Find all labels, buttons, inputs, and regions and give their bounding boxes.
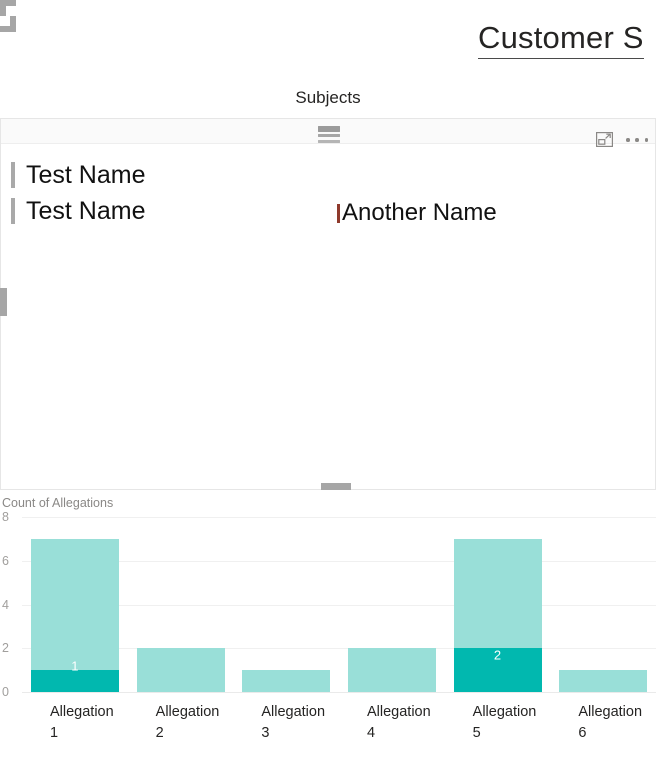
subject-marker-icon: [11, 198, 15, 224]
bar-segment-base[interactable]: [136, 648, 225, 692]
subject-label: Another Name: [342, 199, 497, 226]
more-options-dot-2: [635, 138, 639, 142]
allegations-bar-chart[interactable]: Count of Allegations 02468 12 Allegation…: [0, 496, 656, 775]
bar-column[interactable]: [347, 648, 436, 692]
bar-column[interactable]: [242, 670, 331, 692]
bar-column[interactable]: [136, 648, 225, 692]
bar-segment-base[interactable]: [347, 648, 436, 692]
resize-handle-bottom[interactable]: [321, 483, 351, 490]
bar-segment-base[interactable]: [453, 538, 542, 649]
bar-data-label: 1: [71, 658, 79, 674]
bar-column[interactable]: [559, 670, 648, 692]
subject-marker-icon: [337, 203, 340, 223]
more-options-dot-3: [644, 138, 648, 142]
drag-handle-bar-2: [318, 134, 340, 137]
subject-label: Test Name: [26, 160, 146, 189]
more-options-icon[interactable]: [626, 133, 648, 147]
resize-handle-bottom-right[interactable]: [0, 16, 16, 32]
gridline: [22, 692, 656, 693]
bar-data-label: 2: [493, 647, 502, 663]
page-title: Customer S: [478, 21, 644, 59]
chart-y-axis-title: Count of Allegations: [2, 496, 114, 510]
subject-list-item[interactable]: Test Name: [11, 162, 145, 188]
subject-marker-icon: [11, 162, 15, 188]
drag-handle-bar-3: [318, 140, 340, 143]
y-tick-label: 6: [2, 553, 9, 568]
bar-column[interactable]: 1: [30, 538, 119, 692]
drag-handle-bar-1: [318, 126, 340, 132]
y-tick-label: 2: [2, 641, 9, 656]
x-tick-label: Allegation 4: [367, 704, 431, 741]
x-tick-label: Allegation 6: [578, 704, 643, 741]
y-tick-label: 4: [2, 597, 9, 612]
y-tick-label: 0: [2, 685, 9, 699]
bar-segment-base[interactable]: [30, 538, 119, 671]
subject-label: Test Name: [26, 196, 146, 225]
subject-list-item[interactable]: Another Name: [337, 201, 497, 225]
more-options-dot-1: [626, 138, 630, 142]
y-tick-label: 8: [2, 510, 9, 524]
resize-handle-top-left[interactable]: [0, 0, 16, 16]
focus-mode-icon[interactable]: [596, 132, 614, 148]
chart-bars[interactable]: 12: [22, 517, 656, 692]
bar-column[interactable]: 2: [453, 538, 542, 692]
subject-list-item[interactable]: Test Name: [11, 198, 145, 224]
x-tick-label: Allegation 1: [50, 704, 114, 741]
drag-handle-icon[interactable]: [318, 126, 340, 143]
bar-segment-base[interactable]: [559, 670, 648, 692]
x-tick-label: Allegation 5: [472, 704, 537, 741]
x-tick-label: Allegation 3: [261, 704, 326, 741]
bar-segment-base[interactable]: [242, 670, 331, 692]
x-tick-label: Allegation 2: [155, 704, 220, 741]
visual-title-subjects: Subjects: [295, 88, 361, 107]
resize-handle-left[interactable]: [0, 288, 7, 316]
chart-plot-area: 02468 12: [0, 510, 656, 699]
